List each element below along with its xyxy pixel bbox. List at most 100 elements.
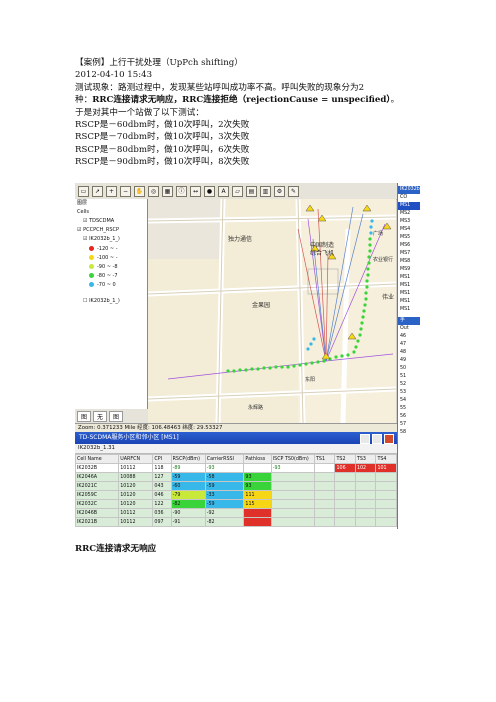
list-item[interactable]: 55 xyxy=(398,405,420,413)
table-cell: 10112 xyxy=(118,517,154,527)
table-row[interactable]: IK2032C 10120 122 -82 -59 115 xyxy=(75,499,397,509)
map-view[interactable]: 独力通信 中国制造 综合飞机 金果园 农业银行 广场 伟业 东阳 永辉路 xyxy=(148,199,396,423)
column-header[interactable]: RSCP(dBm) xyxy=(170,454,206,464)
maximize-icon[interactable] xyxy=(372,434,382,444)
list-item[interactable]: MS8 xyxy=(398,258,420,266)
info-icon[interactable]: ⓘ xyxy=(176,185,187,197)
list-item[interactable]: 50 xyxy=(398,365,420,373)
table-cell xyxy=(354,472,377,482)
hand-icon[interactable]: ✋ xyxy=(134,185,145,197)
list-item[interactable]: MS1 xyxy=(398,282,420,290)
map-label: 独力通信 xyxy=(228,235,252,243)
shape-icon[interactable]: ▱ xyxy=(232,185,243,197)
tool-icon[interactable]: ✎ xyxy=(288,185,299,197)
table-cell: 102 xyxy=(354,463,377,473)
panel-tab[interactable]: 图 xyxy=(109,410,124,422)
minimize-icon[interactable] xyxy=(360,434,370,444)
list-item[interactable]: 56 xyxy=(398,413,420,421)
list-item[interactable]: MS6 xyxy=(398,242,420,250)
zoom-in-icon[interactable]: + xyxy=(106,185,117,197)
column-header[interactable]: Pathloss xyxy=(243,454,272,464)
column-header[interactable]: UARFCN xyxy=(118,454,154,464)
table-cell xyxy=(354,508,377,518)
text-tool-icon[interactable]: A xyxy=(218,185,229,197)
legend-item: -80 ~ -7 xyxy=(75,271,147,280)
test-line: RSCP是－70dbm时，做10次呼叫，3次失败 xyxy=(75,132,250,143)
paragraph-line: 于是对其中一个站做了以下测试： xyxy=(75,107,204,118)
column-header[interactable]: CPI xyxy=(152,454,172,464)
list-item[interactable]: 54 xyxy=(398,397,420,405)
table-row[interactable]: IK2046B 10112 036 -90 -92 xyxy=(75,508,397,518)
table-cell: -93 xyxy=(204,463,245,473)
list-item[interactable]: MS1 xyxy=(398,306,420,314)
list-item[interactable]: 46 xyxy=(398,333,420,341)
column-header[interactable]: Cell Name xyxy=(75,454,120,464)
marker-icon[interactable]: ● xyxy=(204,185,215,197)
list-item[interactable]: MS7 xyxy=(398,250,420,258)
list-item[interactable]: 52 xyxy=(398,381,420,389)
table-row[interactable]: IK2021C 10120 043 -60 -59 93 xyxy=(75,481,397,491)
tree-item-pccpch[interactable]: ☑ PCCPCH_RSCP xyxy=(75,226,147,235)
list-item[interactable]: MS4 xyxy=(398,226,420,234)
table-cell xyxy=(270,481,315,491)
table-cell xyxy=(270,508,315,518)
list-item[interactable]: 51 xyxy=(398,373,420,381)
list-item[interactable]: MS9 xyxy=(398,266,420,274)
table-cell: 10112 xyxy=(118,463,154,473)
list-item[interactable]: MS2 xyxy=(398,210,420,218)
list-item[interactable]: MS1 xyxy=(398,202,420,210)
column-header[interactable]: TS4 xyxy=(375,454,397,464)
tree-item-cells[interactable]: Cells xyxy=(75,208,147,217)
text-span: 种： xyxy=(75,95,93,106)
list-item[interactable]: CO xyxy=(398,194,420,202)
tree-item-file2[interactable]: ☐ IK2032b_1_) xyxy=(75,297,147,306)
table-cell xyxy=(354,490,377,500)
table-row[interactable]: IK2032B 10112 118 -89 -93 -93 106 102 10… xyxy=(75,463,397,473)
legend-swatch xyxy=(89,264,94,269)
list-item[interactable]: 58 xyxy=(398,429,420,437)
list-item[interactable]: 47 xyxy=(398,341,420,349)
table-row[interactable]: IK2021B 10112 097 -91 -82 xyxy=(75,517,397,527)
table-cell: -59 xyxy=(204,499,245,509)
legend-swatch xyxy=(89,273,94,278)
chart-icon[interactable]: ▥ xyxy=(260,185,271,197)
column-header[interactable]: ISCP TS0(dBm) xyxy=(270,454,315,464)
layers-icon[interactable]: ▤ xyxy=(246,185,257,197)
list-item[interactable]: 49 xyxy=(398,357,420,365)
table-cell xyxy=(334,481,356,491)
ruler-icon[interactable]: ↔ xyxy=(190,185,201,197)
article-title: 【案例】上行干扰处理（UpPch shifting） xyxy=(75,58,243,68)
map-label: 永辉路 xyxy=(248,404,263,411)
table-cell: IK2046B xyxy=(75,508,120,518)
globe-icon[interactable]: ◎ xyxy=(148,185,159,197)
table-cell: IK2021C xyxy=(75,481,120,491)
table-header-row: Cell Name UARFCN CPI RSCP(dBm) CarrierRS… xyxy=(75,454,397,464)
table-row[interactable]: IK2059C 10120 046 -79 -33 111 xyxy=(75,490,397,500)
list-item[interactable]: MS1 xyxy=(398,298,420,306)
list-item[interactable]: MS5 xyxy=(398,234,420,242)
list-item[interactable]: MS1 xyxy=(398,274,420,282)
list-item[interactable]: MS3 xyxy=(398,218,420,226)
column-header[interactable]: CarrierRSSI xyxy=(204,454,245,464)
zoom-out-icon[interactable]: − xyxy=(120,185,131,197)
table-row[interactable]: IK2046A 10088 127 -59 -58 93 xyxy=(75,472,397,482)
list-item[interactable]: 53 xyxy=(398,389,420,397)
tree-item-tdscdma[interactable]: ☑ TDSCDMA xyxy=(75,217,147,226)
map-toolbar: ▭ ➚ + − ✋ ◎ ▦ ⓘ ↔ ● A ▱ ▤ ▥ ⚙ ✎ xyxy=(75,183,420,200)
panel-tab[interactable]: 无 xyxy=(93,410,108,422)
table-cell: 127 xyxy=(152,472,172,482)
select-icon[interactable]: ▭ xyxy=(78,185,89,197)
list-item[interactable]: 57 xyxy=(398,421,420,429)
grid-icon[interactable]: ▦ xyxy=(162,185,173,197)
list-item[interactable]: MS1 xyxy=(398,290,420,298)
panel-tab[interactable]: 图 xyxy=(77,410,92,422)
tree-item-file[interactable]: ☑ IK2032b_1_) xyxy=(75,235,147,244)
list-item[interactable]: 48 xyxy=(398,349,420,357)
close-icon[interactable] xyxy=(384,434,394,444)
column-header[interactable]: TS1 xyxy=(313,454,336,464)
table-cell xyxy=(313,463,336,473)
column-header[interactable]: TS2 xyxy=(334,454,356,464)
column-header[interactable]: TS3 xyxy=(354,454,377,464)
settings-icon[interactable]: ⚙ xyxy=(274,185,285,197)
pointer-icon[interactable]: ➚ xyxy=(92,185,103,197)
